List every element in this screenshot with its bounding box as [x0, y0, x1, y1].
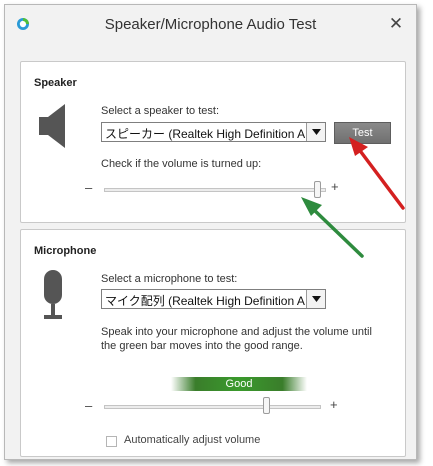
microphone-group: Microphone Select a microphone to test: … — [20, 229, 406, 457]
speaker-icon — [39, 104, 65, 148]
microphone-heading: Microphone — [34, 245, 97, 257]
auto-adjust-checkbox[interactable] — [106, 436, 117, 447]
speaker-volume-slider[interactable] — [104, 188, 326, 192]
close-button[interactable]: ✕ — [386, 14, 406, 34]
speaker-select[interactable]: スピーカー (Realtek High Definition Audio) — [101, 122, 326, 142]
speaker-volume-plus: + — [331, 179, 339, 194]
speaker-group: Speaker Select a speaker to test: スピーカー … — [20, 61, 406, 223]
microphone-volume-slider[interactable] — [104, 405, 321, 409]
microphone-select-label: Select a microphone to test: — [101, 273, 238, 285]
microphone-volume-minus: – — [85, 398, 93, 413]
microphone-dropdown-arrow-icon[interactable] — [306, 290, 325, 308]
speaker-select-label: Select a speaker to test: — [101, 105, 220, 117]
microphone-instructions-line1: Speak into your microphone and adjust th… — [101, 326, 372, 338]
microphone-icon — [44, 270, 62, 319]
microphone-instructions-line2: the green bar moves into the good range. — [101, 340, 303, 352]
speaker-volume-thumb[interactable] — [313, 181, 321, 198]
microphone-level-meter: Good — [171, 377, 307, 391]
speaker-heading: Speaker — [34, 77, 77, 89]
audio-test-dialog: Speaker/Microphone Audio Test ✕ Speaker … — [4, 4, 417, 460]
microphone-level-label: Good — [225, 378, 253, 390]
speaker-select-value: スピーカー (Realtek High Definition Audio) — [105, 127, 305, 141]
microphone-select-value: マイク配列 (Realtek High Definition Audio) — [105, 294, 305, 308]
microphone-select[interactable]: マイク配列 (Realtek High Definition Audio) — [101, 289, 326, 309]
auto-adjust-label: Automatically adjust volume — [124, 434, 261, 446]
window-title: Speaker/Microphone Audio Test — [104, 16, 317, 33]
title-bar: Speaker/Microphone Audio Test ✕ — [5, 5, 416, 45]
microphone-volume-plus: + — [330, 397, 338, 412]
speaker-volume-label: Check if the volume is turned up: — [101, 158, 262, 170]
test-speaker-button[interactable]: Test — [334, 122, 391, 144]
speaker-volume-minus: – — [85, 180, 93, 195]
microphone-volume-thumb[interactable] — [263, 397, 271, 414]
speaker-dropdown-arrow-icon[interactable] — [306, 123, 325, 141]
